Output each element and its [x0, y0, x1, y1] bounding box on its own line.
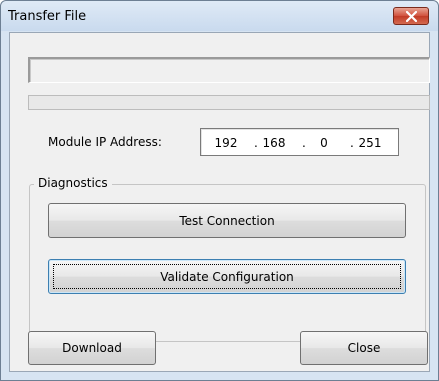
- ip-octet-1[interactable]: 192: [210, 136, 242, 150]
- close-icon: [406, 11, 417, 22]
- ip-address-label: Module IP Address:: [48, 135, 162, 149]
- ip-octet-3[interactable]: 0: [308, 136, 340, 150]
- diagnostics-group-title: Diagnostics: [34, 176, 112, 190]
- ip-address-field[interactable]: 192 . 168 . 0 . 251: [200, 128, 399, 156]
- dialog-body: Module IP Address: 192 . 168 . 0 . 251 D…: [9, 32, 430, 372]
- status-field: [28, 57, 430, 83]
- ip-octet-4[interactable]: 251: [354, 136, 386, 150]
- ip-octet-2[interactable]: 168: [258, 136, 290, 150]
- download-button[interactable]: Download: [28, 331, 156, 365]
- validate-configuration-label: Validate Configuration: [160, 269, 294, 284]
- window-close-button[interactable]: [393, 7, 429, 25]
- test-connection-label: Test Connection: [179, 213, 275, 228]
- validate-configuration-button[interactable]: Validate Configuration: [48, 259, 406, 294]
- transfer-file-dialog: Transfer File Module IP Address: 192 . 1…: [0, 0, 439, 381]
- test-connection-button[interactable]: Test Connection: [48, 203, 406, 238]
- window-title: Transfer File: [8, 9, 87, 24]
- ip-separator: .: [302, 136, 306, 150]
- close-label: Close: [347, 341, 381, 355]
- close-button[interactable]: Close: [300, 331, 428, 365]
- progress-bar: [28, 95, 430, 110]
- title-bar[interactable]: Transfer File: [1, 1, 438, 31]
- download-label: Download: [62, 341, 122, 355]
